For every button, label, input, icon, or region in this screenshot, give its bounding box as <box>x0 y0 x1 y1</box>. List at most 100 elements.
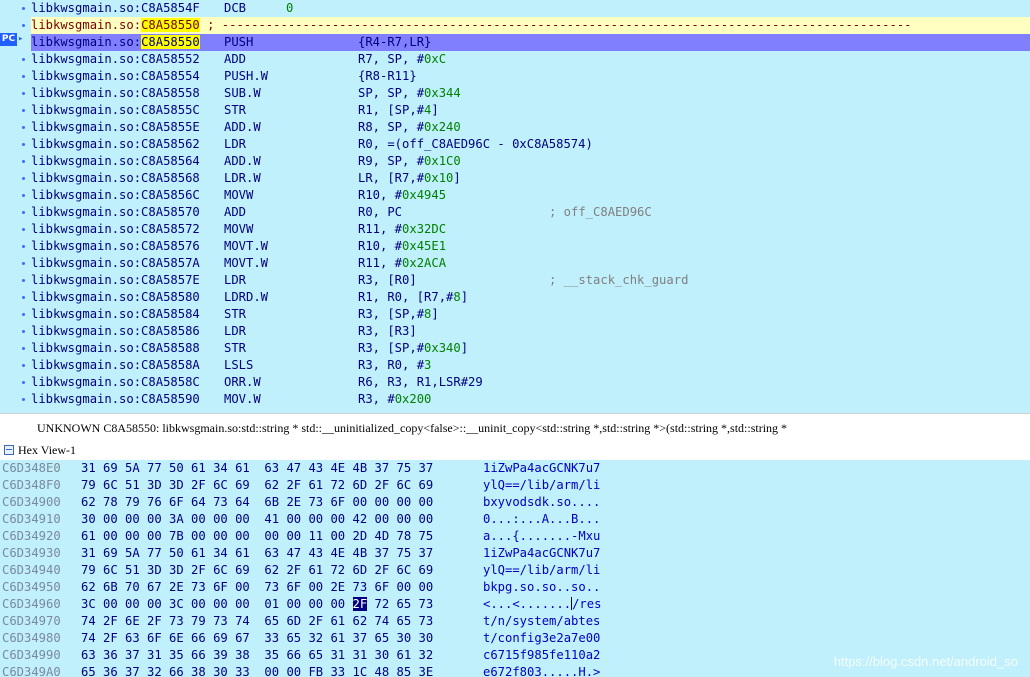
disasm-line[interactable]: libkwsgmain.so:C8A58550 ; --------------… <box>31 17 1030 34</box>
disasm-line[interactable]: libkwsgmain.so:C8A5858C ORR.W R6, R3, R1,L… <box>31 374 1030 391</box>
disasm-mnemonic: PUSH <box>224 35 254 49</box>
breakpoint-dot-icon[interactable] <box>22 347 25 350</box>
breakpoint-dot-icon[interactable] <box>22 330 25 333</box>
disasm-immediate: 0x344 <box>424 86 461 100</box>
disasm-operand-text: R3, [SP,# <box>358 307 425 321</box>
disasm-operands: R11, #0x32DC <box>358 221 446 238</box>
breakpoint-dot-icon[interactable] <box>22 75 25 78</box>
disasm-operands: R3, [R3] <box>358 323 417 340</box>
hex-ascii: <...<......./res <box>483 596 601 613</box>
hex-bytes: 63 36 37 31 35 66 39 38 35 66 65 31 31 3… <box>81 648 434 662</box>
disasm-mnemonic: LDR <box>224 137 247 151</box>
disasm-line[interactable]: libkwsgmain.so:C8A58584 STR R3, [SP,#8] <box>31 306 1030 323</box>
breakpoint-dot-icon[interactable] <box>22 364 25 367</box>
breakpoint-dot-icon[interactable] <box>22 279 25 282</box>
breakpoint-dot-icon[interactable] <box>22 7 25 10</box>
disasm-mnemonic: MOV.W <box>224 392 261 406</box>
hex-bytes: 3C 00 00 00 3C 00 00 00 01 00 00 00 2F 7… <box>81 596 433 613</box>
disasm-line[interactable]: libkwsgmain.so:C8A58588 STR R3, [SP,#0x340… <box>31 340 1030 357</box>
disasm-address: libkwsgmain.so:C8A5856C <box>31 188 200 202</box>
disasm-operands: R1, R0, [R7,#8] <box>358 289 468 306</box>
hex-bytes: 74 2F 63 6F 6E 66 69 67 33 65 32 61 37 6… <box>81 631 434 645</box>
disasm-immediate: 0x10 <box>424 171 454 185</box>
hex-address: C6D34940 <box>2 563 61 577</box>
disasm-mnemonic: ADD.W <box>224 154 261 168</box>
disasm-operand-text: R0, =(off_C8AED96C - 0xC8A58574) <box>358 137 593 151</box>
disasm-address: libkwsgmain.so:C8A5858A <box>31 358 200 372</box>
disasm-data-value: 0 <box>286 1 294 15</box>
disasm-address: libkwsgmain.so:C8A5855C <box>31 103 200 117</box>
disasm-line[interactable]: libkwsgmain.so:C8A58580 LDRD.W R1, R0, [R7… <box>31 289 1030 306</box>
hex-selected-byte[interactable]: 2F <box>352 597 368 611</box>
disasm-operand-text: {R8-R11} <box>358 69 417 83</box>
hex-ascii: ylQ==/lib/arm/li <box>483 563 601 577</box>
breakpoint-dot-icon[interactable] <box>22 296 25 299</box>
disasm-line[interactable]: libkwsgmain.so:C8A58554 PUSH.W {R8-R11} <box>31 68 1030 85</box>
breakpoint-dot-icon[interactable] <box>22 194 25 197</box>
hex-view-tab[interactable]: Hex View-1 <box>0 441 1030 460</box>
disasm-line[interactable]: libkwsgmain.so:C8A58586 LDR R3, [R3] <box>31 323 1030 340</box>
hex-ascii: c6715f985fe110a2 <box>483 648 601 662</box>
disasm-line[interactable]: libkwsgmain.so:C8A5855E ADD.W R8, SP, #0x2… <box>31 119 1030 136</box>
disasm-address-highlight: C8A58550 <box>141 18 200 32</box>
disasm-line[interactable]: libkwsgmain.so:C8A5857E LDR R3, [R0] ; __st… <box>31 272 1030 289</box>
disasm-mnemonic: ADD <box>224 205 247 219</box>
breakpoint-dot-icon[interactable] <box>22 245 25 248</box>
breakpoint-dot-icon[interactable] <box>22 381 25 384</box>
pc-label: PC <box>0 33 17 46</box>
breakpoint-dot-icon[interactable] <box>22 109 25 112</box>
disasm-address: libkwsgmain.so:C8A5858C <box>31 375 200 389</box>
disasm-line[interactable]: libkwsgmain.so:C8A5855C STR R1, [SP,#4] <box>31 102 1030 119</box>
breakpoint-dot-icon[interactable] <box>22 313 25 316</box>
disassembly-view[interactable]: PC ▸ libkwsgmain.so:C8A5854F DCB 0 libkwsgm… <box>0 0 1030 413</box>
disasm-operands: R1, [SP,#4] <box>358 102 439 119</box>
hex-bytes: 31 69 5A 77 50 61 34 61 63 47 43 4E 4B 3… <box>81 461 434 475</box>
disasm-mnemonic: DCB <box>224 1 247 15</box>
breakpoint-dot-icon[interactable] <box>22 126 25 129</box>
hex-ascii: t/n/system/abtes <box>483 614 601 628</box>
hex-view-tab-label: Hex View-1 <box>18 443 77 457</box>
disasm-line[interactable]: libkwsgmain.so:C8A58552 ADD R7, SP, #0xC <box>31 51 1030 68</box>
disasm-mnemonic: LDR <box>224 324 247 338</box>
hex-bytes: 79 6C 51 3D 3D 2F 6C 69 62 2F 61 72 6D 2… <box>81 563 434 577</box>
disasm-address: libkwsgmain.so:C8A58572 <box>31 222 200 236</box>
disasm-line[interactable]: libkwsgmain.so:C8A5857A MOVT.W R11, #0x2AC… <box>31 255 1030 272</box>
breakpoint-dot-icon[interactable] <box>22 211 25 214</box>
breakpoint-dot-icon[interactable] <box>22 228 25 231</box>
breakpoint-dot-icon[interactable] <box>22 262 25 265</box>
pc-arrow-icon: ▸ <box>18 34 24 44</box>
disasm-line[interactable]: libkwsgmain.so:C8A5856C MOVW R10, #0x4945 <box>31 187 1030 204</box>
disasm-line[interactable]: libkwsgmain.so:C8A5858A LSLS R3, R0, #3 <box>31 357 1030 374</box>
hex-view[interactable]: C6D348E0 31 69 5A 77 50 61 34 61 63 47 43… <box>0 460 1030 677</box>
disasm-address: libkwsgmain.so:C8A58562 <box>31 137 200 151</box>
disasm-mnemonic: LDRD.W <box>224 290 269 304</box>
disasm-operands: R3, [R0] <box>358 272 417 289</box>
disasm-line[interactable]: libkwsgmain.so:C8A58562 LDR R0, =(off_C8AE… <box>31 136 1030 153</box>
breakpoint-dot-icon[interactable] <box>22 143 25 146</box>
hex-address: C6D34950 <box>2 580 61 594</box>
disasm-line[interactable]: libkwsgmain.so:C8A58570 ADD R0, PC ; off_C8… <box>31 204 1030 221</box>
breakpoint-dot-icon[interactable] <box>22 177 25 180</box>
hex-address: C6D348E0 <box>2 461 61 475</box>
disasm-line[interactable]: libkwsgmain.so:C8A58576 MOVT.W R10, #0x45E… <box>31 238 1030 255</box>
hex-ascii-after-cursor: /res <box>572 597 602 611</box>
disasm-line[interactable]: libkwsgmain.so:C8A58558 SUB.W SP, SP, #0x3… <box>31 85 1030 102</box>
disasm-address: libkwsgmain.so:C8A5854F <box>31 1 200 15</box>
disasm-line[interactable]: libkwsgmain.so:C8A58572 MOVW R11, #0x32DC <box>31 221 1030 238</box>
breakpoint-dot-icon[interactable] <box>22 398 25 401</box>
disasm-address: libkwsgmain.so:C8A58590 <box>31 392 200 406</box>
disasm-mnemonic: LDR.W <box>224 171 261 185</box>
breakpoint-dot-icon[interactable] <box>22 92 25 95</box>
breakpoint-dot-icon[interactable] <box>22 58 25 61</box>
disasm-operands: R10, #0x45E1 <box>358 238 446 255</box>
disasm-line[interactable]: libkwsgmain.so:C8A58564 ADD.W R9, SP, #0x1… <box>31 153 1030 170</box>
breakpoint-dot-icon[interactable] <box>22 24 25 27</box>
disasm-immediate: 0xC <box>424 52 447 66</box>
disasm-line[interactable]: libkwsgmain.so:C8A58568 LDR.W LR, [R7,#0x1… <box>31 170 1030 187</box>
disasm-line[interactable]: libkwsgmain.so:C8A58550 PUSH {R4-R7,LR} <box>31 34 1030 51</box>
disasm-immediate: 0x1C0 <box>424 154 461 168</box>
disasm-address: libkwsgmain.so: <box>31 35 142 49</box>
disasm-line[interactable]: libkwsgmain.so:C8A5854F DCB 0 <box>31 0 1030 17</box>
disasm-line[interactable]: libkwsgmain.so:C8A58590 MOV.W R3, #0x200 <box>31 391 1030 408</box>
breakpoint-dot-icon[interactable] <box>22 160 25 163</box>
